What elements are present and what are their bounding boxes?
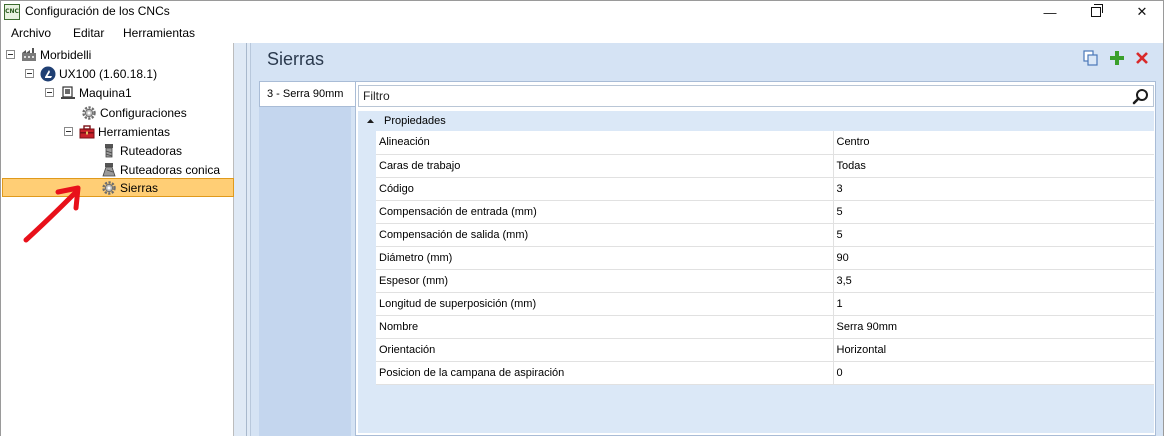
tree-label: Ruteadoras conica (120, 162, 221, 177)
property-row[interactable]: Compensación de entrada (mm) 5 (376, 200, 1154, 224)
add-icon (1110, 51, 1124, 65)
delete-button[interactable] (1133, 49, 1151, 67)
tree-label: Herramientas (98, 124, 171, 139)
property-value[interactable]: 1 (833, 292, 1154, 316)
properties-panel: Propiedades AlineaciónCentro Caras de tr… (355, 81, 1156, 436)
property-name: Alineación (376, 131, 834, 155)
collapse-toggle[interactable] (25, 69, 34, 78)
property-name: Orientación (376, 338, 834, 362)
conical-router-icon (101, 162, 117, 178)
panel-splitter[interactable] (234, 43, 251, 436)
restore-icon (1091, 4, 1103, 17)
tree-label: Maquina1 (79, 85, 132, 100)
app-icon: CNC (4, 4, 20, 20)
router-tool-icon (101, 143, 117, 159)
property-value[interactable]: 5 (833, 200, 1154, 224)
property-value[interactable]: Todas (833, 154, 1154, 178)
category-label: Propiedades (384, 115, 446, 127)
close-button[interactable]: ✕ (1119, 1, 1164, 23)
add-button[interactable] (1108, 49, 1126, 67)
collapse-toggle[interactable] (45, 88, 54, 97)
property-name: Caras de trabajo (376, 154, 834, 178)
property-grid: Propiedades Alineación Centro Caras de tr… (358, 111, 1154, 433)
property-value[interactable]: 5 (833, 223, 1154, 247)
tree-label: UX100 (1.60.18.1) (59, 66, 158, 81)
tree-item-ruteadoras[interactable]: Ruteadoras (101, 141, 182, 160)
search-button[interactable] (1132, 88, 1149, 105)
factory-icon (21, 47, 37, 63)
property-name: Posicion de la campana de aspiración (376, 361, 834, 385)
tree-label: Morbidelli (40, 47, 92, 62)
cnc-tree: Morbidelli UX100 (1.60.18.1) Maquina1 Co… (0, 43, 234, 436)
tree-item-morbidelli[interactable]: Morbidelli (6, 45, 91, 64)
copy-icon (1083, 50, 1098, 66)
page-title: Sierras (267, 49, 325, 69)
tree-label: Sierras (120, 180, 159, 195)
property-name: Compensación de entrada (mm) (376, 200, 834, 224)
property-row[interactable]: Caras de trabajo Todas (376, 154, 1154, 178)
property-row[interactable]: Nombre Serra 90mm (376, 315, 1154, 339)
property-row[interactable]: Código 3 (376, 177, 1154, 201)
menu-editar[interactable]: Editar (73, 26, 104, 40)
menu-herramientas[interactable]: Herramientas (123, 26, 195, 40)
property-name: Nombre (376, 315, 834, 339)
collapse-toggle[interactable] (6, 50, 15, 59)
property-value[interactable]: Serra 90mm (833, 315, 1154, 339)
filter-box (358, 85, 1154, 107)
tree-label: Ruteadoras (120, 143, 183, 158)
property-value[interactable]: 90 (833, 246, 1154, 270)
delete-icon (1136, 52, 1148, 64)
property-value[interactable]: 3 (833, 177, 1154, 201)
tree-item-herramientas[interactable]: Herramientas (64, 122, 170, 141)
tree-item-sierras[interactable]: Sierras (2, 178, 234, 197)
tab-strip (259, 107, 351, 436)
collapse-toggle[interactable] (64, 127, 73, 136)
property-row[interactable]: Compensación de salida (mm) 5 (376, 223, 1154, 247)
property-row[interactable]: Posicion de la campana de aspiración 0 (376, 361, 1154, 385)
property-row[interactable]: Orientación Horizontal (376, 338, 1154, 362)
property-value[interactable]: 3,5 (833, 269, 1154, 293)
tree-item-configuraciones[interactable]: Configuraciones (81, 103, 187, 122)
copy-button[interactable] (1082, 49, 1100, 67)
tree-label: Configuraciones (100, 105, 187, 120)
property-name: Compensación de salida (mm) (376, 223, 834, 247)
chevron-up-icon[interactable] (366, 117, 375, 126)
toolbox-icon (79, 124, 95, 140)
property-name: Longitud de superposición (mm) (376, 292, 834, 316)
property-row[interactable]: Alineación Centro (376, 131, 1154, 155)
maximize-button[interactable] (1073, 1, 1119, 23)
minimize-button[interactable]: — (1027, 1, 1073, 23)
property-value[interactable]: Horizontal (833, 338, 1154, 362)
filter-input[interactable] (359, 86, 1119, 106)
menu-bar: Archivo Editar Herramientas (0, 22, 1164, 43)
gear-icon (81, 105, 97, 121)
title-bar: CNC Configuración de los CNCs — ✕ (0, 0, 1164, 22)
window-title: Configuración de los CNCs (25, 4, 170, 18)
property-row[interactable]: Espesor (mm) 3,5 (376, 269, 1154, 293)
property-value[interactable]: Centro (833, 131, 1154, 155)
category-propiedades[interactable]: Propiedades (358, 111, 1154, 131)
machine-icon (60, 85, 76, 101)
search-icon (1132, 89, 1148, 105)
property-value[interactable]: 0 (833, 361, 1154, 385)
tree-item-ux100[interactable]: UX100 (1.60.18.1) (25, 64, 157, 83)
property-name: Diámetro (mm) (376, 246, 834, 270)
gear-icon (101, 180, 117, 196)
property-name: Espesor (mm) (376, 269, 834, 293)
tab-serra-90mm[interactable]: 3 - Serra 90mm (259, 81, 355, 107)
property-row[interactable]: Diámetro (mm) 90 (376, 246, 1154, 270)
property-row[interactable]: Longitud de superposición (mm) 1 (376, 292, 1154, 316)
machine-logo-icon (40, 66, 56, 82)
main-panel: Sierras 3 - Serra 90mm Propiedades (251, 43, 1164, 436)
tree-item-ruteadoras-conica[interactable]: Ruteadoras conica (101, 160, 220, 179)
menu-archivo[interactable]: Archivo (11, 26, 51, 40)
property-name: Código (376, 177, 834, 201)
tree-item-maquina1[interactable]: Maquina1 (45, 83, 132, 102)
properties-table: Alineación Centro Caras de trabajo Todas C… (376, 131, 1154, 385)
